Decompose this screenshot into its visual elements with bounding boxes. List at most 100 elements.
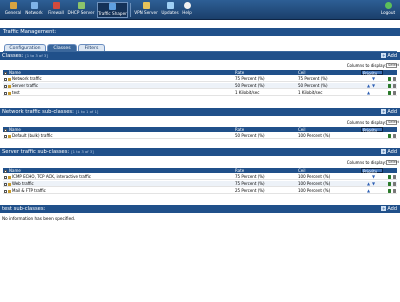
col-rate[interactable]: Rate xyxy=(235,70,244,75)
delete-icon[interactable] xyxy=(393,189,396,193)
delete-icon[interactable] xyxy=(393,77,396,81)
edit-icon[interactable] xyxy=(8,91,11,95)
nav-updates[interactable]: Updates xyxy=(161,2,179,18)
table-row[interactable]: Default (bulk) traffic 50 Percent (%) 10… xyxy=(3,133,397,139)
updates-icon xyxy=(166,2,174,9)
select-all-checkbox[interactable] xyxy=(4,70,8,75)
enable-icon[interactable] xyxy=(388,91,391,95)
move-up-icon[interactable]: ▲ xyxy=(367,90,370,96)
row-checkbox[interactable] xyxy=(4,134,7,138)
move-up-icon[interactable]: ▲ xyxy=(367,181,370,187)
table-row[interactable]: test 1 Kilobit/sec 1 Kilobit/sec ▲ xyxy=(3,90,397,96)
col-rate[interactable]: Rate xyxy=(235,127,244,132)
select-all-checkbox[interactable] xyxy=(4,168,8,173)
columns-select[interactable]: Select xyxy=(386,63,399,68)
row-ceil: 75 Percent (%) xyxy=(298,76,328,81)
row-name[interactable]: Default (bulk) traffic xyxy=(12,133,53,138)
add-subclass-button[interactable]: + Add xyxy=(381,205,397,213)
network-table-header: Name Rate Ceil Priority xyxy=(3,127,397,133)
nav-help[interactable]: Help xyxy=(181,2,193,18)
row-name[interactable]: Web traffic xyxy=(12,181,34,186)
col-rate[interactable]: Rate xyxy=(235,168,244,173)
tab-classes[interactable]: Classes xyxy=(47,44,77,51)
move-down-icon[interactable]: ▼ xyxy=(372,83,375,89)
edit-icon[interactable] xyxy=(8,84,11,88)
nav-general[interactable]: General xyxy=(4,2,22,18)
row-name[interactable]: Mail & FTP traffic xyxy=(12,188,46,193)
enable-icon[interactable] xyxy=(388,77,391,81)
help-icon xyxy=(183,2,191,9)
move-up-icon[interactable]: ▲ xyxy=(367,83,370,89)
nav-traffic-shaper[interactable]: Traffic Shaper xyxy=(97,2,128,18)
nav-label: Traffic Shaper xyxy=(98,11,127,16)
section-title: Server traffic sub-classes: xyxy=(2,149,70,155)
table-row[interactable]: ICMP ECHO, TCP ACK, interactive traffic … xyxy=(3,174,397,180)
edit-icon[interactable] xyxy=(8,134,11,138)
tab-filters[interactable]: Filters xyxy=(78,44,105,51)
nav-vpn-server[interactable]: VPN Server xyxy=(133,2,159,18)
row-rate: 50 Percent (%) xyxy=(235,133,265,138)
columns-select[interactable]: Select xyxy=(386,160,399,165)
row-checkbox[interactable] xyxy=(4,77,7,81)
delete-icon[interactable] xyxy=(393,175,396,179)
col-priority[interactable]: Priority xyxy=(361,168,383,174)
classes-table-header: Name Rate Ceil Priority xyxy=(3,70,397,76)
logout-button[interactable]: Logout xyxy=(380,2,396,18)
move-down-icon[interactable]: ▼ xyxy=(372,76,375,82)
traffic-shaper-icon xyxy=(109,3,116,10)
select-all-checkbox[interactable] xyxy=(4,127,8,132)
columns-select[interactable]: Select xyxy=(386,120,399,125)
col-priority[interactable]: Priority xyxy=(361,127,383,133)
col-name[interactable]: Name xyxy=(9,70,21,75)
row-checkbox[interactable] xyxy=(4,91,7,95)
columns-to-display-label: Columns to display: xyxy=(346,160,386,165)
edit-icon[interactable] xyxy=(8,77,11,81)
row-checkbox[interactable] xyxy=(4,182,7,186)
move-up-icon[interactable]: ▲ xyxy=(367,188,370,194)
enable-icon[interactable] xyxy=(388,175,391,179)
delete-icon[interactable] xyxy=(393,182,396,186)
col-ceil[interactable]: Ceil xyxy=(298,168,305,173)
section-count: [1 to 3 of 3] xyxy=(25,53,48,58)
col-ceil[interactable]: Ceil xyxy=(298,127,305,132)
add-subclass-button[interactable]: + Add xyxy=(381,108,397,116)
col-name[interactable]: Name xyxy=(9,127,21,132)
row-checkbox[interactable] xyxy=(4,175,7,179)
tab-configuration[interactable]: Configuration xyxy=(4,44,46,51)
move-down-icon[interactable]: ▼ xyxy=(372,174,375,180)
enable-icon[interactable] xyxy=(388,134,391,138)
row-ceil: 100 Percent (%) xyxy=(298,188,331,193)
enable-icon[interactable] xyxy=(388,84,391,88)
nav-firewall[interactable]: Firewall xyxy=(46,2,66,18)
add-label: Add xyxy=(387,149,397,155)
row-ceil: 50 Percent (%) xyxy=(298,83,328,88)
table-row[interactable]: Mail & FTP traffic 25 Percent (%) 100 Pe… xyxy=(3,188,397,194)
edit-icon[interactable] xyxy=(8,189,11,193)
delete-icon[interactable] xyxy=(393,84,396,88)
row-name[interactable]: ICMP ECHO, TCP ACK, interactive traffic xyxy=(12,174,91,179)
col-ceil[interactable]: Ceil xyxy=(298,70,305,75)
edit-icon[interactable] xyxy=(8,182,11,186)
move-down-icon[interactable]: ▼ xyxy=(372,181,375,187)
row-checkbox[interactable] xyxy=(4,84,7,88)
edit-icon[interactable] xyxy=(8,175,11,179)
delete-icon[interactable] xyxy=(393,134,396,138)
enable-icon[interactable] xyxy=(388,182,391,186)
table-row[interactable]: Network traffic 75 Percent (%) 75 Percen… xyxy=(3,76,397,82)
add-subclass-button[interactable]: + Add xyxy=(381,148,397,156)
row-name[interactable]: Server traffic xyxy=(12,83,38,88)
add-class-button[interactable]: + Add xyxy=(381,52,397,60)
nav-network[interactable]: Network xyxy=(24,2,44,18)
col-priority[interactable]: Priority xyxy=(361,70,383,76)
nav-dhcp-server[interactable]: DHCP Server xyxy=(67,2,95,18)
table-row[interactable]: Web traffic 75 Percent (%) 100 Percent (… xyxy=(3,181,397,187)
table-row[interactable]: Server traffic 50 Percent (%) 50 Percent… xyxy=(3,83,397,89)
row-name[interactable]: test xyxy=(12,90,20,95)
row-name[interactable]: Network traffic xyxy=(12,76,42,81)
enable-icon[interactable] xyxy=(388,189,391,193)
row-checkbox[interactable] xyxy=(4,189,7,193)
delete-icon[interactable] xyxy=(393,91,396,95)
section-count: [1 to 3 of 3] xyxy=(71,149,94,154)
vpn-icon xyxy=(142,2,150,9)
col-name[interactable]: Name xyxy=(9,168,21,173)
